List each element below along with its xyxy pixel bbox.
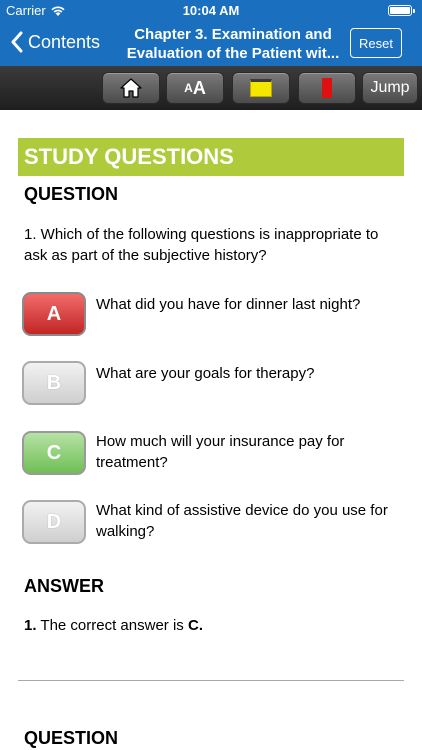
choice-b-text: What are your goals for therapy? <box>96 365 315 382</box>
battery-icon <box>388 5 415 16</box>
section-banner: STUDY QUESTIONS <box>18 138 404 176</box>
choice-b-button[interactable]: B <box>22 361 86 405</box>
home-icon <box>120 78 142 98</box>
status-bar: Carrier 10:04 AM <box>0 0 422 22</box>
choice-b[interactable]: B What are your goals for therapy? <box>22 361 404 405</box>
jump-button[interactable]: Jump <box>362 72 418 104</box>
page-title-line-1: Chapter 3. Examination and <box>134 26 332 43</box>
back-button[interactable]: Contents <box>10 31 100 53</box>
choice-c-button[interactable]: C <box>22 431 86 475</box>
answer-text: 1. The correct answer is C. <box>24 617 203 634</box>
choice-a-button[interactable]: A <box>22 292 86 336</box>
chevron-left-icon <box>11 31 23 53</box>
bookmark-icon <box>322 78 332 98</box>
page-title-line-2: Evaluation of the Patient wit... <box>126 45 340 62</box>
font-big-glyph: A <box>192 77 206 98</box>
page-title: Chapter 3. Examination and Evaluation of… <box>116 25 350 63</box>
choice-c[interactable]: C How much will your insurance pay for t… <box>22 431 404 475</box>
note-icon <box>250 79 272 97</box>
answer-heading: ANSWER <box>24 576 104 596</box>
app-header: Carrier 10:04 AM Contents Chapter 3. Exa… <box>0 0 422 66</box>
choice-c-text: How much will your insurance pay for tre… <box>96 433 345 471</box>
nav-bar: Contents Chapter 3. Examination and Eval… <box>0 22 422 66</box>
answer-letter: C <box>187 617 199 634</box>
choice-a[interactable]: A What did you have for dinner last nigh… <box>22 292 404 336</box>
choice-a-text: What did you have for dinner last night? <box>96 296 361 313</box>
answer-suffix: . <box>198 617 203 634</box>
choice-d-text: What kind of assistive device do you use… <box>96 502 388 540</box>
answer-prefix: The correct answer is <box>36 617 188 634</box>
home-button[interactable] <box>102 72 160 104</box>
font-small-glyph: A <box>184 81 193 95</box>
next-question-heading: QUESTION <box>24 728 119 748</box>
reset-button[interactable]: Reset <box>350 28 402 58</box>
back-button-label: Contents <box>28 31 101 52</box>
choice-d-button[interactable]: D <box>22 500 86 544</box>
font-size-button[interactable]: AA <box>166 72 224 104</box>
answer-number: 1. <box>24 617 37 634</box>
study-content: STUDY QUESTIONS QUESTION 1. Which of the… <box>0 110 422 750</box>
bookmark-button[interactable] <box>298 72 356 104</box>
choice-d[interactable]: D What kind of assistive device do you u… <box>22 500 404 544</box>
toolbar: AA Jump <box>0 66 422 110</box>
status-time: 10:04 AM <box>182 3 240 18</box>
section-divider <box>18 680 404 681</box>
question-heading: QUESTION <box>24 184 119 204</box>
note-button[interactable] <box>232 72 290 104</box>
question-text: 1. Which of the following questions is i… <box>24 226 379 264</box>
